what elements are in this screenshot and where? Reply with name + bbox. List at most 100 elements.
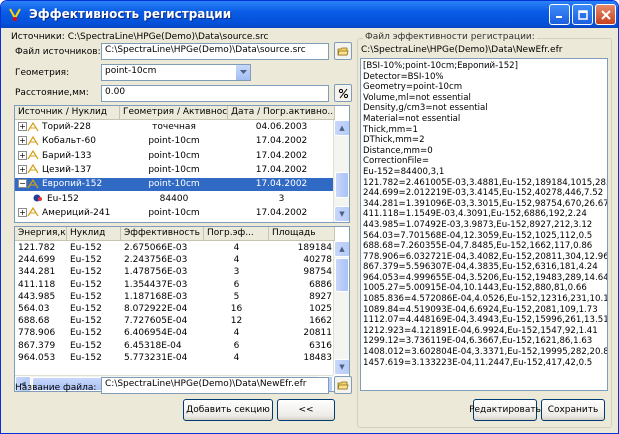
source-name-text: Америций-241 [42, 207, 111, 218]
energy-row[interactable]: 964.053 Eu-152 5.773231E-04 4 18483 [15, 352, 335, 365]
header-geometry[interactable]: Геометрия / Активность [120, 106, 228, 120]
collapse-icon[interactable]: − [18, 179, 27, 189]
add-section-button[interactable]: Добавить секцию [183, 399, 273, 421]
minimize-button[interactable] [549, 4, 570, 25]
efr-line: Thick,mm=1 [363, 124, 418, 135]
scroll-down-button[interactable]: ▼ [334, 359, 349, 375]
scroll-up-button[interactable]: ▲ [334, 120, 349, 136]
energy-row[interactable]: 411.118 Eu-152 1.354437E-03 6 6886 [15, 279, 335, 292]
efr-content-textarea[interactable]: [BSI-10%;point-10cm;Европий-152] Detector… [360, 58, 608, 391]
energy-row[interactable]: 121.782 Eu-152 2.675066E-03 4 189184 [15, 242, 335, 255]
source-name-cell: + Америций-241 [15, 207, 120, 220]
eff-error-cell: 6 [233, 279, 240, 290]
expand-icon[interactable]: + [18, 164, 27, 174]
close-button[interactable] [595, 4, 616, 25]
energy-cell: 443.985 [18, 291, 56, 302]
app-icon [9, 8, 21, 21]
edit-button[interactable]: Редактировать [469, 399, 541, 421]
source-icon [27, 178, 39, 189]
efr-line: 1299.12=3.736119E-04,6.3667,Eu-152,1621,… [363, 336, 593, 347]
source-geometry-cell: точечная [152, 122, 196, 132]
source-name-cell: − Европий-152 [15, 178, 120, 191]
area-cell: 98754 [303, 267, 332, 278]
efr-line: 778.906=6.032721E-04,3.4082,Eu-152,20811… [363, 251, 608, 262]
source-row[interactable]: − Европий-152 point-10cm 17.04.2002 [15, 178, 335, 192]
nuclide-cell: Eu-152 [70, 243, 102, 253]
efr-line: DThick,mm=2 [363, 135, 425, 146]
eff-error-cell: 4 [233, 352, 240, 363]
efr-line: Material=not essential [363, 113, 461, 124]
header-eff-error[interactable]: Погр.эф... [204, 227, 269, 241]
window-title: Эффективность регистрации [29, 7, 232, 21]
energy-row[interactable]: 867.379 Eu-152 6.45318E-04 6 6316 [15, 340, 335, 353]
source-file-field[interactable]: C:\SpectraLine\HPGe(Demo)\Data\source.sr… [101, 43, 329, 60]
efr-line: 1005.27=5.00915E-04,10.1443,Eu-152,880,8… [363, 283, 587, 294]
area-cell: 20811 [303, 328, 332, 339]
energy-row[interactable]: 443.985 Eu-152 1.187168E-03 5 8927 [15, 291, 335, 304]
source-name-text: Цезий-137 [42, 164, 92, 175]
sources-caption: Источники: C:\SpectraLine\HPGe(Demo)\Dat… [11, 32, 268, 42]
efficiency-cell: 5.773231E-04 [124, 352, 188, 363]
source-grid-header: Источник / Нуклид Геометрия / Активность… [15, 106, 335, 120]
energy-row[interactable]: 344.281 Eu-152 1.478756E-03 3 98754 [15, 266, 335, 279]
expand-icon[interactable]: + [18, 136, 27, 146]
scroll-up-button[interactable]: ▲ [334, 241, 349, 257]
open-filename-button[interactable] [334, 376, 352, 394]
save-button[interactable]: Сохранить [541, 399, 605, 421]
geometry-dropdown-button[interactable] [235, 65, 250, 80]
expand-icon[interactable]: + [18, 122, 27, 131]
nuclide-cell: Eu-152 [70, 291, 102, 302]
source-geometry-cell: point-10cm [148, 207, 200, 218]
eff-error-cell: 4 [233, 243, 240, 253]
header-date[interactable]: Дата / Погр.активно... [228, 106, 335, 120]
energy-row[interactable]: 778.906 Eu-152 6.406954E-04 4 20811 [15, 327, 335, 340]
filename-field[interactable]: C:\SpectraLine\HPGe(Demo)\Data\NewEfr.ef… [101, 377, 329, 394]
energy-cell: 778.906 [18, 328, 56, 339]
scroll-thumb[interactable] [335, 172, 349, 198]
open-source-file-button[interactable] [334, 42, 352, 60]
percent-button[interactable] [334, 84, 352, 102]
header-area[interactable]: Площадь [269, 227, 335, 241]
source-row[interactable]: Eu-152 84400 3 [15, 193, 335, 206]
energy-cell: 121.782 [18, 243, 56, 253]
energy-row[interactable]: 564.03 Eu-152 8.072922E-04 16 1025 [15, 303, 335, 316]
energy-cell: 867.379 [18, 340, 56, 351]
efr-line: 1112.07=4.448169E-04,3.4943,Eu-152,15996… [363, 315, 608, 326]
folder-open-icon [337, 381, 349, 389]
expand-icon[interactable]: + [18, 207, 27, 217]
source-row[interactable]: + Кобальт-60 point-10cm 17.04.2002 [15, 135, 335, 148]
energy-row[interactable]: 688.68 Eu-152 7.727605E-04 12 1662 [15, 315, 335, 328]
efr-line: 244.699=2.012219E-03,3.4145,Eu-152,40278… [363, 188, 604, 199]
source-date-cell: 17.04.2002 [255, 164, 308, 175]
expand-icon[interactable]: + [18, 150, 27, 160]
eff-error-cell: 4 [233, 255, 240, 266]
maximize-button[interactable] [572, 4, 593, 25]
energy-grid[interactable]: Энергия,кэВ Нуклид Эффективность Погр.эф… [14, 226, 350, 392]
source-row[interactable]: + Америций-241 point-10cm 17.04.2002 [15, 207, 335, 220]
source-row[interactable]: + Барий-133 point-10cm 17.04.2002 [15, 150, 335, 163]
source-date-cell: 3 [278, 193, 285, 204]
efr-lines: [BSI-10%;point-10cm;Европий-152] Detector… [361, 59, 607, 368]
scroll-down-button[interactable]: ▼ [334, 206, 349, 222]
energy-row[interactable]: 244.699 Eu-152 2.243756E-03 4 40278 [15, 254, 335, 267]
source-row[interactable]: + Цезий-137 point-10cm 17.04.2002 [15, 164, 335, 177]
back-button[interactable]: << [277, 399, 335, 421]
header-energy[interactable]: Энергия,кэВ [15, 227, 67, 241]
header-efficiency[interactable]: Эффективность [121, 227, 204, 241]
scroll-thumb[interactable] [335, 258, 349, 292]
eff-error-cell: 6 [233, 340, 240, 351]
source-row[interactable]: + Торий-228 точечная 04.06.2003 [15, 121, 335, 134]
header-nuclide[interactable]: Нуклид [67, 227, 121, 241]
source-tree-grid[interactable]: Источник / Нуклид Геометрия / Активность… [14, 105, 350, 223]
efr-line: Detector=BSI-10% [363, 71, 444, 82]
source-grid-scrollbar[interactable]: ▲ ▼ [333, 120, 349, 222]
efr-line: Volume,ml=not essential [363, 92, 471, 103]
header-source[interactable]: Источник / Нуклид [15, 106, 120, 120]
geometry-select[interactable]: point-10cm [101, 64, 251, 81]
energy-grid-vscrollbar[interactable]: ▲ ▼ [333, 241, 349, 375]
percent-icon [338, 88, 348, 98]
efr-line: 964.053=4.999655E-04,3.5206,Eu-152,19483… [363, 272, 608, 283]
efr-line: 1457.619=3.133223E-04,11.2447,Eu-152,417… [363, 357, 593, 368]
chevron-down-icon [239, 70, 247, 74]
distance-field[interactable]: 0.00 [101, 85, 329, 102]
